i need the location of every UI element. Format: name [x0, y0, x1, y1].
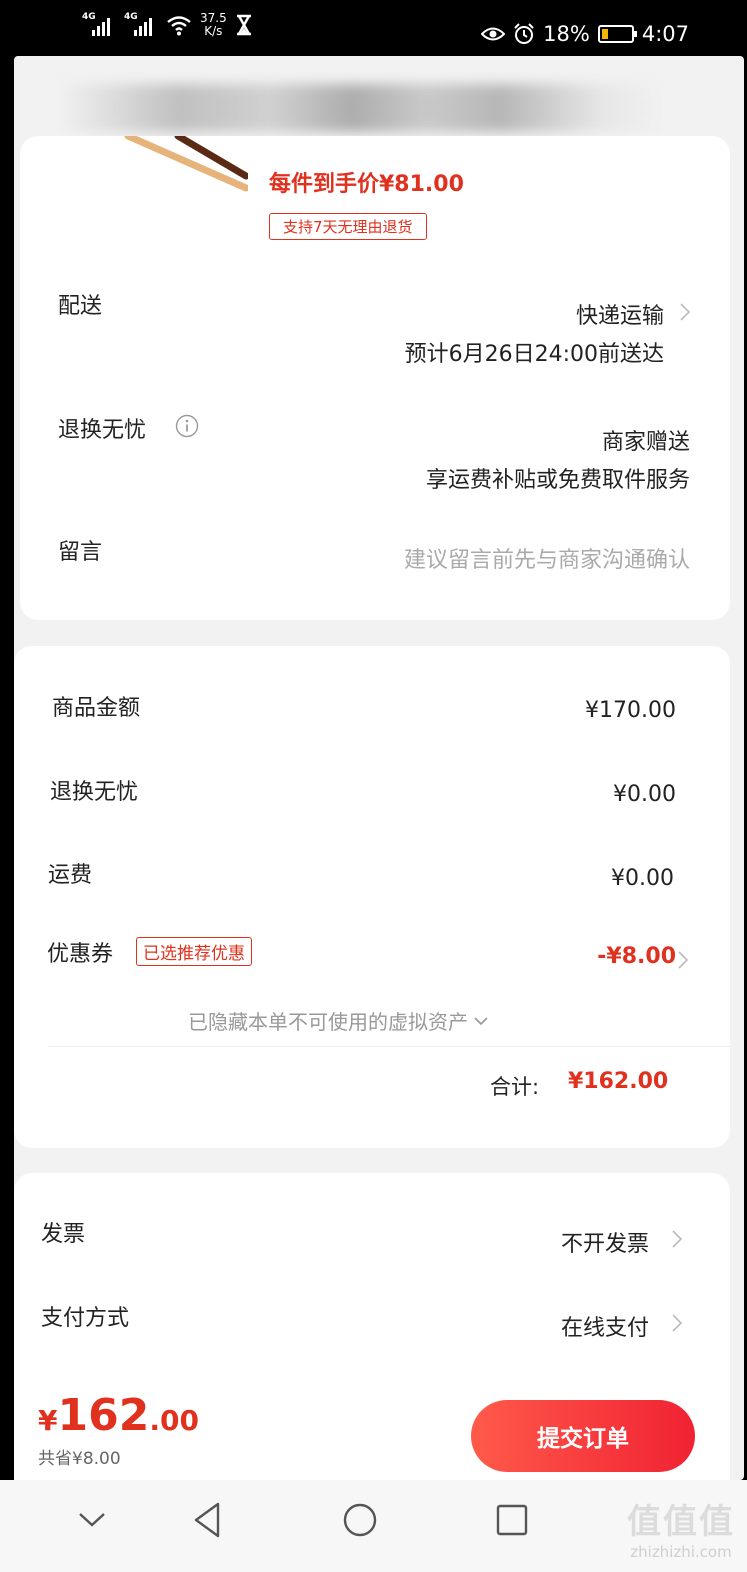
system-nav-bar: 值值值 zhizhizhi.com [0, 1480, 747, 1572]
shipping-fee-label: 运费 [48, 863, 93, 888]
status-right: 18% 4:07 [481, 22, 689, 46]
hidden-assets-toggle[interactable]: 已隐藏本单不可使用的虚拟资产 [188, 1006, 488, 1035]
total-value: ¥162.00 [568, 1069, 669, 1094]
signal-icon: 4G [82, 12, 116, 38]
chevron-down-icon [474, 1016, 488, 1025]
delivery-label: 配送 [58, 294, 103, 319]
chevron-right-icon[interactable] [680, 303, 690, 321]
submit-order-button[interactable]: 提交订单 [471, 1400, 695, 1472]
return-policy-badge: 支持7天无理由退货 [269, 213, 427, 240]
invoice-label: 发票 [41, 1222, 86, 1247]
coupon-value[interactable]: -¥8.00 [597, 944, 676, 969]
speed-unit: K/s [204, 24, 223, 38]
watermark-url: zhizhizhi.com [630, 1543, 732, 1561]
saved-amount: 共省¥8.00 [38, 1449, 121, 1469]
invoice-value[interactable]: 不开发票 [561, 1226, 649, 1258]
worry-free-fee-value: ¥0.00 [613, 782, 676, 807]
order-detail-card: 每件到手价¥81.00 支持7天无理由退货 配送 快递运输 预计6月26日24:… [20, 136, 730, 620]
unit-price: 每件到手价¥81.00 [269, 172, 464, 197]
chevron-right-icon[interactable] [672, 1314, 682, 1332]
network-speed: 37.5 K/s [200, 12, 227, 38]
total-label: 合计: [490, 1075, 540, 1099]
pay-amount: ¥162.00 [38, 1390, 199, 1441]
watermark-logo: 值值值 zhizhizhi.com [627, 1494, 735, 1561]
currency-symbol: ¥ [38, 1404, 58, 1437]
battery-percent: 18% [543, 22, 590, 46]
recents-square-icon[interactable] [492, 1500, 532, 1540]
goods-amount-value: ¥170.00 [585, 698, 676, 723]
goods-amount-label: 商品金额 [52, 696, 141, 721]
amount-integer: 162 [57, 1390, 150, 1441]
status-bar: 4G 4G 37.5 K/s 18% 4:07 [0, 0, 747, 62]
worry-free-desc: 享运费补贴或免费取件服务 [425, 468, 690, 493]
amount-decimal: .00 [149, 1404, 199, 1437]
worry-free-value: 商家赠送 [601, 430, 690, 455]
eye-icon [481, 25, 506, 43]
message-input[interactable]: 建议留言前先与商家沟通确认 [404, 542, 690, 574]
product-thumbnail[interactable] [118, 136, 248, 196]
watermark-text: 值值值 [627, 1502, 735, 1542]
message-label: 留言 [58, 540, 103, 565]
chevron-right-icon[interactable] [672, 1230, 682, 1248]
chevron-right-icon[interactable] [678, 951, 688, 969]
blurred-shop-title [54, 84, 674, 132]
battery-icon [597, 25, 637, 43]
status-left: 4G 4G 37.5 K/s [82, 12, 253, 38]
payment-method-label: 支付方式 [41, 1306, 130, 1331]
shipping-fee-value: ¥0.00 [611, 866, 674, 891]
payment-method-value[interactable]: 在线支付 [561, 1310, 649, 1342]
info-icon[interactable] [175, 414, 199, 438]
delivery-eta: 预计6月26日24:00前送达 [404, 342, 664, 367]
coupon-selected-tag: 已选推荐优惠 [136, 937, 252, 966]
divider [48, 1046, 730, 1047]
worry-free-label: 退换无忧 [58, 418, 147, 443]
worry-free-fee-label: 退换无忧 [50, 780, 139, 805]
hidden-assets-label: 已隐藏本单不可使用的虚拟资产 [188, 1010, 468, 1034]
chevron-down-icon[interactable] [72, 1500, 112, 1540]
back-triangle-icon[interactable] [188, 1500, 228, 1540]
home-circle-icon[interactable] [340, 1500, 380, 1540]
clock: 4:07 [641, 22, 689, 46]
alarm-icon [513, 23, 535, 45]
checkout-screen: 每件到手价¥81.00 支持7天无理由退货 配送 快递运输 预计6月26日24:… [14, 56, 744, 1480]
signal-icon: 4G [124, 12, 158, 38]
wifi-icon [166, 14, 192, 36]
checkout-bar: ¥162.00 共省¥8.00 提交订单 [14, 1380, 730, 1480]
hourglass-icon [235, 14, 253, 36]
coupon-label: 优惠券 [47, 942, 114, 967]
delivery-method[interactable]: 快递运输 [576, 298, 664, 330]
